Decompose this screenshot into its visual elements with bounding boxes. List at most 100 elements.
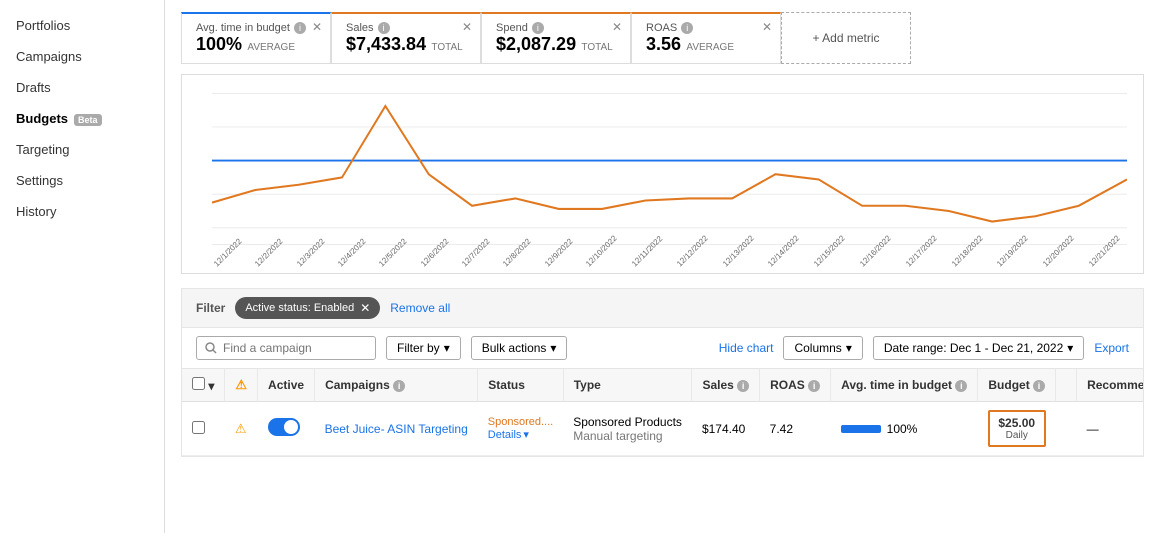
remove-all-button[interactable]: Remove all — [390, 301, 450, 315]
progress-bar — [841, 425, 881, 433]
row-budget-cell[interactable]: $25.00 Daily — [978, 402, 1056, 456]
metric-close-button[interactable]: ✕ — [312, 20, 322, 34]
add-metric-button[interactable]: + Add metric — [781, 12, 911, 64]
th-campaigns: Campaigns i — [315, 369, 478, 402]
metric-close-button[interactable]: ✕ — [462, 20, 472, 34]
sidebar-item-portfolios[interactable]: Portfolios — [0, 10, 164, 41]
avg-time-info-icon[interactable]: i — [955, 380, 967, 392]
warning-icon: ⚠ — [235, 377, 247, 392]
sidebar-item-history[interactable]: History — [0, 196, 164, 227]
search-icon — [205, 342, 217, 354]
metric-value: 100% AVERAGE — [196, 34, 316, 55]
metric-label: Sales i — [346, 22, 466, 34]
table-row: ⚠ Beet Juice- ASIN Targeting Sponsored..… — [182, 402, 1144, 456]
metric-info-icon[interactable]: i — [294, 22, 306, 34]
chevron-down-icon: ▾ — [523, 428, 529, 441]
row-campaign-cell: Beet Juice- ASIN Targeting — [315, 402, 478, 456]
filter-section: Filter Active status: Enabled ✕ Remove a… — [181, 288, 1144, 327]
th-sales: Sales i — [692, 369, 760, 402]
sidebar-item-drafts[interactable]: Drafts — [0, 72, 164, 103]
chevron-down-icon: ▾ — [444, 341, 450, 355]
row-active-cell[interactable] — [258, 402, 315, 456]
metric-label: ROAS i — [646, 22, 766, 34]
bulk-actions-label: Bulk actions — [482, 341, 547, 355]
status-sponsored: Sponsored.... — [488, 416, 553, 428]
metric-card-avg-time: Avg. time in budget i 100% AVERAGE ✕ — [181, 12, 331, 64]
progress-bar-container: 100% — [841, 422, 968, 436]
metric-value: 3.56 AVERAGE — [646, 34, 766, 55]
metric-info-icon[interactable]: i — [378, 22, 390, 34]
filter-label: Filter — [196, 301, 225, 315]
filter-by-label: Filter by — [397, 341, 440, 355]
search-input[interactable] — [223, 341, 353, 355]
row-status-cell: Sponsored.... Details ▾ — [478, 402, 563, 456]
hide-chart-button[interactable]: Hide chart — [719, 341, 774, 355]
roas-info-icon[interactable]: i — [808, 380, 820, 392]
metric-value: $7,433.84 TOTAL — [346, 34, 466, 55]
status-details-link[interactable]: Details ▾ — [488, 428, 553, 441]
select-all-checkbox[interactable] — [192, 377, 205, 390]
th-status: Status — [478, 369, 563, 402]
export-button[interactable]: Export — [1094, 341, 1129, 355]
row-recommended-cell: — — [1077, 402, 1144, 456]
row-type-cell: Sponsored Products Manual targeting — [563, 402, 692, 456]
table-toolbar: Filter by ▾ Bulk actions ▾ Hide chart Co… — [181, 327, 1144, 368]
budget-period: Daily — [996, 430, 1038, 441]
progress-fill — [841, 425, 881, 433]
sidebar: PortfoliosCampaignsDraftsBudgetsBetaTarg… — [0, 0, 165, 533]
table-wrapper: ▾ ⚠ Active Campaigns i Status Type Sales… — [181, 368, 1144, 457]
budget-display[interactable]: $25.00 Daily — [988, 410, 1046, 447]
th-roas: ROAS i — [760, 369, 831, 402]
search-box[interactable] — [196, 336, 376, 360]
metric-card-roas: ROAS i 3.56 AVERAGE ✕ — [631, 12, 781, 64]
metric-label: Spend i — [496, 22, 616, 34]
metric-label: Avg. time in budget i — [196, 22, 316, 34]
beta-badge: Beta — [74, 114, 102, 126]
type-line2: Manual targeting — [573, 429, 682, 443]
date-range-label: Date range: Dec 1 - Dec 21, 2022 — [884, 341, 1063, 355]
date-range-button[interactable]: Date range: Dec 1 - Dec 21, 2022 ▾ — [873, 336, 1084, 360]
th-budget: Budget i — [978, 369, 1056, 402]
metric-info-icon[interactable]: i — [532, 22, 544, 34]
campaign-link[interactable]: Beet Juice- ASIN Targeting — [325, 422, 468, 436]
row-checkbox-cell[interactable] — [182, 402, 225, 456]
budget-info-icon[interactable]: i — [1033, 380, 1045, 392]
chart-svg: 102 101 100 99 98 1000 750 500 250 0 — [212, 85, 1127, 253]
metric-card-sales: Sales i $7,433.84 TOTAL ✕ — [331, 12, 481, 64]
chevron-down-icon: ▾ — [846, 341, 852, 355]
chip-close-icon[interactable]: ✕ — [360, 301, 370, 315]
table-header: ▾ ⚠ Active Campaigns i Status Type Sales… — [182, 369, 1144, 402]
type-line1: Sponsored Products — [573, 415, 682, 429]
row-roas-cell: 7.42 — [760, 402, 831, 456]
th-warning: ⚠ — [225, 369, 258, 402]
th-active: Active — [258, 369, 315, 402]
metric-info-icon[interactable]: i — [681, 22, 693, 34]
sidebar-item-budgets[interactable]: BudgetsBeta — [0, 103, 164, 134]
row-budget-extra-cell — [1056, 402, 1077, 456]
columns-button[interactable]: Columns ▾ — [783, 336, 862, 360]
row-checkbox[interactable] — [192, 421, 205, 434]
th-checkbox: ▾ — [182, 369, 225, 402]
chevron-down-icon: ▾ — [550, 341, 556, 355]
columns-label: Columns — [794, 341, 841, 355]
metrics-row: Avg. time in budget i 100% AVERAGE ✕ Sal… — [181, 12, 1144, 64]
metric-close-button[interactable]: ✕ — [612, 20, 622, 34]
filter-chip[interactable]: Active status: Enabled ✕ — [235, 297, 380, 319]
budget-amount: $25.00 — [996, 416, 1038, 430]
metric-value: $2,087.29 TOTAL — [496, 34, 616, 55]
sales-info-icon[interactable]: i — [737, 380, 749, 392]
main-content: Avg. time in budget i 100% AVERAGE ✕ Sal… — [165, 0, 1160, 533]
sidebar-item-targeting[interactable]: Targeting — [0, 134, 164, 165]
table-body: ⚠ Beet Juice- ASIN Targeting Sponsored..… — [182, 402, 1144, 456]
campaigns-table: ▾ ⚠ Active Campaigns i Status Type Sales… — [182, 369, 1144, 456]
sidebar-item-campaigns[interactable]: Campaigns — [0, 41, 164, 72]
th-recommended: Recommended budget — [1077, 369, 1144, 402]
chevron-down-icon[interactable]: ▾ — [208, 379, 214, 393]
bulk-actions-button[interactable]: Bulk actions ▾ — [471, 336, 568, 360]
chart-container: 102 101 100 99 98 1000 750 500 250 0 12/… — [181, 74, 1144, 274]
metric-close-button[interactable]: ✕ — [762, 20, 772, 34]
filter-by-button[interactable]: Filter by ▾ — [386, 336, 461, 360]
sidebar-item-settings[interactable]: Settings — [0, 165, 164, 196]
campaigns-info-icon[interactable]: i — [393, 380, 405, 392]
active-toggle[interactable] — [268, 418, 300, 436]
